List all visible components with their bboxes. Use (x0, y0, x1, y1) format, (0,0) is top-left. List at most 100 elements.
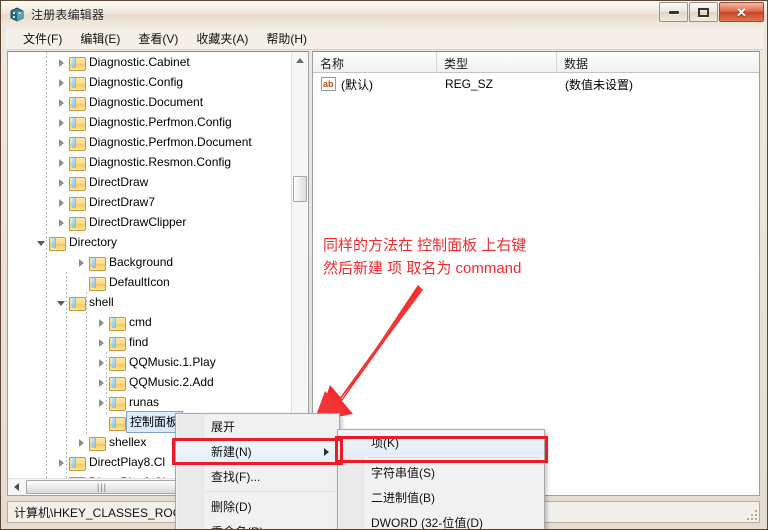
tree-item-directdrawclipper[interactable]: DirectDrawClipper (8, 212, 291, 232)
tree-item-label: find (129, 335, 149, 349)
tree-item-defaulticon[interactable]: DefaultIcon (8, 272, 291, 292)
submenu-label: 二进制值(B) (371, 491, 435, 505)
expand-toggle-icon[interactable] (56, 117, 67, 128)
tree-item-label: cmd (129, 315, 152, 329)
registry-editor-window: 注册表编辑器 ✕ 文件(F) 编辑(E) 查看(V) 收藏夹(A) 帮助(H) … (0, 0, 768, 530)
expand-toggle-icon[interactable] (56, 57, 67, 68)
tree-item-diagnostic-perfmon-document[interactable]: Diagnostic.Perfmon.Document (8, 132, 291, 152)
folder-icon (69, 296, 86, 311)
folder-icon (109, 336, 126, 351)
resize-grip[interactable] (745, 508, 757, 520)
menu-favorites[interactable]: 收藏夹(A) (187, 28, 257, 49)
expand-toggle-icon[interactable] (56, 457, 67, 468)
tree-scroll-thumb[interactable] (293, 176, 307, 202)
tree-hscroll-thumb[interactable]: ||| (26, 480, 178, 494)
folder-icon (69, 456, 86, 471)
tree-item-qqmusic-2-add[interactable]: QQMusic.2.Add (8, 372, 291, 392)
status-path: 计算机\HKEY_CLASSES_ROO (14, 505, 183, 520)
context-menu-label: 查找(F)... (211, 470, 261, 484)
folder-icon (69, 56, 86, 71)
expand-toggle-icon[interactable] (56, 157, 67, 168)
submenu-item-key[interactable]: 项(K) (338, 430, 544, 455)
tree-item-label: DirectDraw7 (89, 195, 156, 209)
expand-toggle-icon[interactable] (76, 257, 87, 268)
tree-item-directdraw[interactable]: DirectDraw (8, 172, 291, 192)
menu-edit[interactable]: 编辑(E) (71, 28, 129, 49)
expand-toggle-icon[interactable] (96, 317, 107, 328)
column-header-name[interactable]: 名称 (313, 52, 437, 73)
expand-toggle-icon[interactable] (96, 337, 107, 348)
expand-toggle-icon[interactable] (96, 377, 107, 388)
tree-item-diagnostic-document[interactable]: Diagnostic.Document (8, 92, 291, 112)
tree-item-runas[interactable]: runas (8, 392, 291, 412)
maximize-icon (698, 7, 709, 17)
scroll-up-button[interactable] (292, 52, 308, 69)
context-menu-item-delete[interactable]: 删除(D) (176, 494, 339, 519)
folder-icon (109, 396, 126, 411)
annotation-line-2: 然后新建 项 取名为 command (323, 260, 522, 277)
expand-toggle-icon[interactable] (56, 97, 67, 108)
tree-item-label: DirectDrawClipper (89, 215, 187, 229)
collapse-toggle-icon[interactable] (36, 237, 47, 248)
folder-icon (69, 96, 86, 111)
tree-item-diagnostic-resmon-config[interactable]: Diagnostic.Resmon.Config (8, 152, 291, 172)
expand-toggle-icon[interactable] (56, 77, 67, 88)
menu-view[interactable]: 查看(V) (129, 28, 187, 49)
tree-item-cmd[interactable]: cmd (8, 312, 291, 332)
context-menu-item-expand[interactable]: 展开 (176, 414, 339, 439)
folder-icon (69, 216, 86, 231)
folder-icon (69, 176, 86, 191)
expand-toggle-icon[interactable] (56, 197, 67, 208)
column-header-data[interactable]: 数据 (557, 52, 759, 73)
expand-toggle-icon[interactable] (56, 177, 67, 188)
grip-dots-icon: ||| (96, 482, 107, 492)
expand-toggle-icon[interactable] (96, 397, 107, 408)
menu-file[interactable]: 文件(F) (14, 28, 71, 49)
tree-item-directory[interactable]: Directory (8, 232, 291, 252)
tree-item-label: Diagnostic.Perfmon.Document (89, 135, 252, 149)
close-button[interactable]: ✕ (719, 2, 764, 22)
submenu-item-binary-value[interactable]: 二进制值(B) (338, 485, 544, 510)
chevron-left-icon (14, 483, 19, 491)
submenu-item-string-value[interactable]: 字符串值(S) (338, 460, 544, 485)
tree-item-label: Directory (69, 235, 118, 249)
values-column-header: 名称 类型 数据 (313, 52, 759, 73)
submenu-label: 字符串值(S) (371, 466, 435, 480)
minimize-button[interactable] (659, 2, 688, 22)
tree-item-label: runas (129, 395, 160, 409)
tree-item-directdraw7[interactable]: DirectDraw7 (8, 192, 291, 212)
expand-toggle-icon[interactable] (56, 137, 67, 148)
collapse-toggle-icon[interactable] (56, 297, 67, 308)
table-row[interactable]: ab (默认) REG_SZ (数值未设置) (313, 74, 759, 94)
chevron-up-icon (296, 58, 304, 63)
tree-item-qqmusic-1-play[interactable]: QQMusic.1.Play (8, 352, 291, 372)
submenu-item-dword-value[interactable]: DWORD (32-位值(D) (338, 510, 544, 529)
tree-item-diagnostic-config[interactable]: Diagnostic.Config (8, 72, 291, 92)
tree-item-find[interactable]: find (8, 332, 291, 352)
tree-item-background[interactable]: Background (8, 252, 291, 272)
chevron-right-icon (324, 448, 329, 456)
folder-icon (89, 276, 106, 291)
title-bar[interactable]: 注册表编辑器 ✕ (1, 1, 767, 27)
context-menu-item-rename[interactable]: 重命名(R) (176, 519, 339, 529)
column-header-type[interactable]: 类型 (437, 52, 557, 73)
context-menu-label: 重命名(R) (211, 523, 264, 529)
tree-item-label: Diagnostic.Resmon.Config (89, 155, 232, 169)
minimize-icon (668, 10, 679, 14)
submenu-separator (368, 457, 540, 458)
window-title: 注册表编辑器 (31, 7, 105, 22)
expand-toggle-icon[interactable] (76, 437, 87, 448)
value-data: (数值未设置) (565, 77, 633, 92)
context-menu-item-new[interactable]: 新建(N) (176, 439, 339, 464)
folder-icon (69, 196, 86, 211)
tree-item-shell[interactable]: shell (8, 292, 291, 312)
tree-item-diagnostic-cabinet[interactable]: Diagnostic.Cabinet (8, 52, 291, 72)
scroll-left-button[interactable] (8, 479, 25, 495)
tree-item-diagnostic-perfmon-config[interactable]: Diagnostic.Perfmon.Config (8, 112, 291, 132)
maximize-button[interactable] (689, 2, 718, 22)
menu-help[interactable]: 帮助(H) (257, 28, 316, 49)
expand-toggle-icon[interactable] (96, 357, 107, 368)
expand-toggle-icon[interactable] (56, 217, 67, 228)
context-menu-item-find[interactable]: 查找(F)... (176, 464, 339, 489)
folder-icon (69, 156, 86, 171)
